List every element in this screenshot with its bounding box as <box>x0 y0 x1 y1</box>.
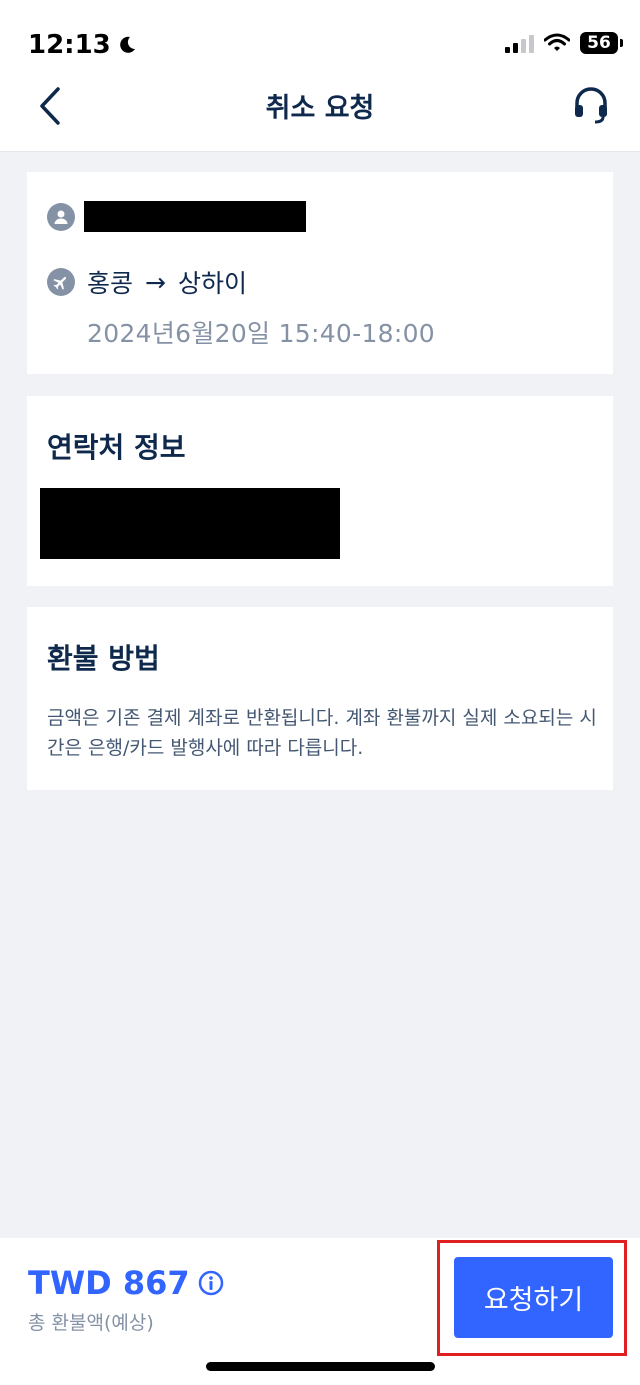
route-arrow: → <box>145 267 166 297</box>
refund-amount-label: 총 환불액(예상) <box>28 1312 154 1334</box>
customer-support-button[interactable] <box>568 82 614 128</box>
booking-summary-card: 홍콩 → 상하이 2024년6월20일 15:40-18:00 <box>27 172 613 374</box>
home-indicator <box>206 1362 435 1371</box>
refund-amount: TWD 867 <box>28 1264 224 1302</box>
wifi-icon <box>544 33 570 51</box>
refund-method-card: 환불 방법 금액은 기존 결제 계좌로 반환됩니다. 계좌 환불까지 실제 소요… <box>27 607 613 790</box>
flight-datetime: 2024년6월20일 15:40-18:00 <box>87 319 435 348</box>
airplane-icon <box>47 268 75 296</box>
route-destination: 상하이 <box>177 269 247 298</box>
contact-info-title: 연락처 정보 <box>47 431 186 464</box>
person-icon <box>47 203 75 231</box>
contact-info-card: 연락처 정보 <box>27 396 613 586</box>
refund-description: 금액은 기존 결제 계좌로 반환됩니다. 계좌 환불까지 실제 소요되는 시간은… <box>47 707 597 759</box>
headset-icon <box>575 87 607 124</box>
moon-icon <box>119 36 135 53</box>
battery-icon: 56 <box>580 32 623 54</box>
route-row: 홍콩 → 상하이 <box>47 264 247 300</box>
redacted-contact-details <box>40 488 340 559</box>
request-button[interactable]: 요청하기 <box>454 1257 613 1338</box>
passenger-row <box>47 203 75 231</box>
top-bar: 12:13 56 취소 요청 <box>0 0 640 152</box>
redacted-passenger-name <box>84 201 306 232</box>
refund-method-title: 환불 방법 <box>47 642 160 675</box>
status-time: 12:13 <box>28 30 137 60</box>
page-title: 취소 요청 <box>265 93 375 124</box>
route-origin: 홍콩 <box>87 269 134 298</box>
info-icon[interactable] <box>198 1270 224 1296</box>
status-indicators: 56 <box>505 32 623 54</box>
signal-icon <box>505 33 534 53</box>
